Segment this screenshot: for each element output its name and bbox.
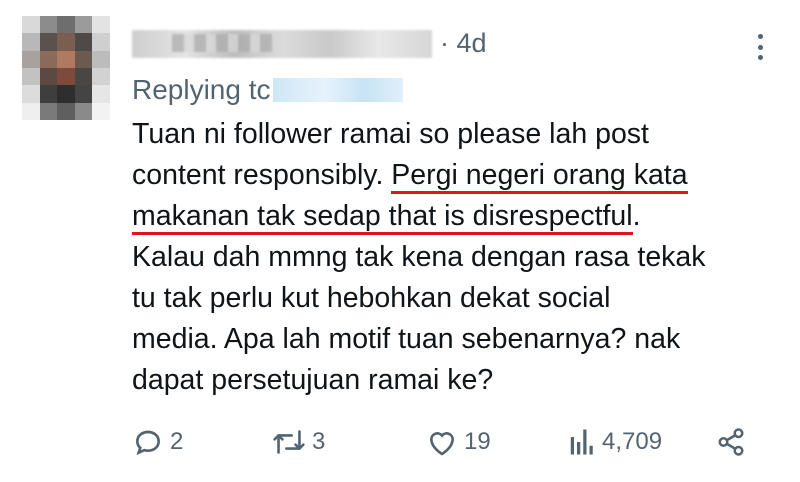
timestamp[interactable]: · 4d <box>440 28 487 58</box>
share-icon <box>718 428 744 456</box>
repost-count: 3 <box>312 428 326 455</box>
replying-to-handle-blurred[interactable] <box>272 78 403 102</box>
text-line-7: dapat persetujuan ramai ke? <box>132 364 494 396</box>
text-line-3: makanan tak sedap that is disrespectful. <box>132 196 782 237</box>
text-line-3-end: . <box>632 200 641 232</box>
tweet-card: · 4d Replying tc Tuan ni follower ramai … <box>0 0 800 482</box>
action-bar: 2 3 19 4,709 <box>132 424 752 460</box>
text-line-4: Kalau dah mmng tak kena dengan rasa teka… <box>132 241 706 273</box>
text-line-6: media. Apa lah motif tuan sebenarnya? na… <box>132 323 681 355</box>
text-line-2a: content responsibly. <box>132 159 392 191</box>
avatar[interactable] <box>22 16 110 120</box>
more-options-icon[interactable] <box>746 32 774 62</box>
repost-icon <box>273 430 305 454</box>
replying-to-label: Replying tc <box>132 74 271 105</box>
highlighted-text-2: makanan tak sedap that is disrespectful <box>132 200 633 235</box>
highlighted-text-1: Pergi negeri orang kata <box>391 159 688 194</box>
author-name-blurred[interactable] <box>132 30 432 58</box>
heart-icon <box>429 432 455 456</box>
repost-button[interactable]: 3 <box>272 424 325 460</box>
analytics-icon <box>570 429 593 455</box>
reply-icon <box>135 430 161 456</box>
reply-button[interactable]: 2 <box>132 424 183 460</box>
like-count: 19 <box>464 428 491 455</box>
reply-count: 2 <box>170 428 184 455</box>
views-button[interactable]: 4,709 <box>568 424 662 460</box>
like-button[interactable]: 19 <box>426 424 491 460</box>
replying-to: Replying tc <box>132 74 403 106</box>
text-line-5: tu tak perlu kut hebohkan dekat social <box>132 282 611 314</box>
text-line-1: Tuan ni follower ramai so please lah pos… <box>132 118 649 150</box>
tweet-text: Tuan ni follower ramai so please lah pos… <box>132 114 782 401</box>
share-button[interactable] <box>716 424 746 460</box>
view-count: 4,709 <box>602 428 663 455</box>
text-line-2: content responsibly. Pergi negeri orang … <box>132 155 782 196</box>
